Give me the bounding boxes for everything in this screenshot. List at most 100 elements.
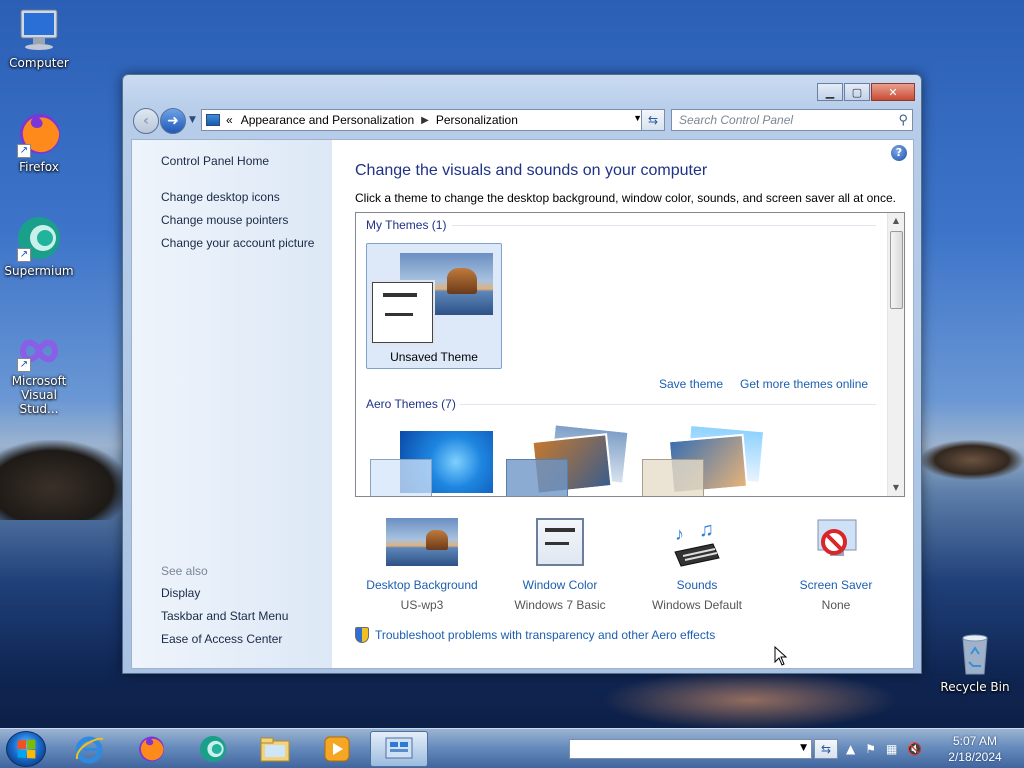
aero-themes-heading: Aero Themes (7) [366, 397, 456, 411]
address-overflow[interactable]: « [226, 113, 233, 127]
control-panel-icon [206, 114, 220, 126]
close-button[interactable]: ✕ [871, 83, 915, 101]
maximize-button[interactable]: ▢ [844, 83, 870, 101]
chevron-down-icon: ▼ [189, 115, 196, 125]
taskbar-windows-explorer[interactable] [246, 731, 304, 767]
preview-bar [545, 528, 575, 532]
sounds-icon: ♪ ♫ [661, 518, 733, 568]
theme-windows-7[interactable] [370, 431, 500, 496]
search-icon[interactable]: ⚲ [898, 112, 908, 128]
breadcrumb-personalization[interactable]: Personalization [436, 113, 518, 127]
taskbar-firefox[interactable] [122, 731, 180, 767]
desktop-icon-firefox[interactable]: ↗ Firefox [1, 110, 77, 174]
search-placeholder: Search Control Panel [679, 113, 794, 127]
taskbar-supermium[interactable] [184, 731, 242, 767]
my-themes-heading: My Themes (1) [366, 218, 447, 232]
taskbar-address-toolbar[interactable]: ▼ [569, 739, 812, 759]
forward-button[interactable]: ➜ [160, 108, 186, 134]
taskbar-control-panel[interactable] [370, 731, 428, 767]
start-button[interactable] [6, 731, 46, 767]
taskbar-internet-explorer[interactable] [60, 731, 118, 767]
sounds-setting[interactable]: ♪ ♫ Sounds Windows Default [627, 518, 767, 612]
window-color-link[interactable]: Window Color [490, 578, 630, 592]
shortcut-arrow-icon: ↗ [17, 144, 31, 158]
scroll-thumb[interactable] [890, 231, 903, 309]
desktop-icon-computer[interactable]: Computer [1, 6, 77, 70]
internet-explorer-icon [75, 736, 104, 764]
group-divider [452, 225, 876, 226]
background-preview-rock [426, 530, 448, 550]
screen-saver-icon [800, 518, 872, 568]
change-mouse-pointers-link[interactable]: Change mouse pointers [161, 213, 288, 227]
control-panel-home-link[interactable]: Control Panel Home [161, 154, 269, 168]
content-area: Control Panel Home Change desktop icons … [131, 139, 914, 669]
folder-icon [260, 737, 290, 762]
group-divider [460, 404, 876, 405]
save-theme-link[interactable]: Save theme [659, 377, 723, 391]
system-clock[interactable]: 5:07 AM 2/18/2024 [940, 733, 1010, 765]
clock-date: 2/18/2024 [948, 750, 1002, 764]
desktop-icon-supermium[interactable]: ↗ Supermium [1, 214, 77, 278]
address-bar[interactable]: « Appearance and Personalization ▶ Perso… [201, 109, 647, 131]
breadcrumb-appearance[interactable]: Appearance and Personalization [241, 113, 414, 127]
minimize-icon: ▁ [825, 85, 835, 99]
help-icon: ? [895, 146, 903, 159]
scroll-up-icon[interactable]: ▲ [888, 213, 904, 229]
action-center-flag-icon[interactable]: ⚑ [865, 742, 876, 756]
window-color-preview [536, 518, 584, 566]
preview-bar [383, 293, 417, 297]
window-color-value: Windows 7 Basic [514, 598, 606, 612]
shortcut-arrow-icon: ↗ [17, 358, 31, 372]
back-button[interactable]: ‹ [133, 108, 159, 134]
page-description: Click a theme to change the desktop back… [355, 191, 896, 205]
refresh-icon: ⇆ [647, 113, 659, 127]
theme-list-scrollbar[interactable]: ▲ ▼ [887, 213, 904, 496]
theme-characters[interactable] [642, 423, 772, 496]
taskbar-start-menu-link[interactable]: Taskbar and Start Menu [161, 609, 288, 623]
change-account-picture-link[interactable]: Change your account picture [161, 236, 314, 250]
taskbar-media-player[interactable] [308, 731, 366, 767]
sounds-link[interactable]: Sounds [627, 578, 767, 592]
troubleshoot-row[interactable]: Troubleshoot problems with transparency … [355, 627, 715, 643]
theme-list[interactable]: My Themes (1) Unsaved Theme Save theme G… [355, 212, 905, 497]
screen-saver-setting[interactable]: Screen Saver None [766, 518, 906, 612]
network-icon[interactable]: ▦ [886, 742, 897, 756]
desktop-icon-label: Microsoft Visual Stud... [11, 374, 67, 416]
theme-unsaved[interactable]: Unsaved Theme [366, 243, 502, 369]
preview-bar [545, 542, 569, 545]
taskbar-go-button[interactable]: ⇆ [814, 739, 838, 759]
desktop-icon-visual-studio[interactable]: ↗ Microsoft Visual Stud... [1, 330, 77, 416]
firefox-icon: ↗ [15, 110, 63, 158]
screen-saver-link[interactable]: Screen Saver [766, 578, 906, 592]
desktop-icon-label: Computer [9, 56, 69, 70]
recycle-bin-icon [951, 630, 999, 678]
desktop-icon-recycle-bin[interactable]: Recycle Bin [937, 630, 1013, 694]
volume-muted-icon[interactable]: 🔇 [907, 742, 922, 756]
get-more-themes-link[interactable]: Get more themes online [740, 377, 868, 391]
change-desktop-icons-link[interactable]: Change desktop icons [161, 190, 280, 204]
search-input[interactable]: Search Control Panel ⚲ [671, 109, 913, 131]
desktop-background-link[interactable]: Desktop Background [352, 578, 492, 592]
breadcrumb-separator-icon[interactable]: ▶ [421, 115, 429, 126]
desktop-background-setting[interactable]: Desktop Background US-wp3 [352, 518, 492, 612]
show-hidden-icons-icon[interactable]: ▲ [846, 742, 855, 756]
scroll-down-icon[interactable]: ▼ [888, 480, 904, 496]
taskbar: ▼ ⇆ ▲ ⚑ ▦ 🔇 5:07 AM 2/18/2024 [0, 728, 1024, 768]
close-icon: ✕ [888, 85, 898, 99]
troubleshoot-link[interactable]: Troubleshoot problems with transparency … [375, 628, 715, 642]
recent-pages-dropdown[interactable]: ▼ [189, 115, 196, 125]
firefox-icon [139, 736, 165, 762]
window-color-setting[interactable]: Window Color Windows 7 Basic [490, 518, 630, 612]
personalization-window[interactable]: ▁ ▢ ✕ ‹ ➜ ▼ « Appearance and Personaliza… [122, 74, 922, 674]
theme-thumbnail-rock [447, 268, 477, 294]
refresh-button[interactable]: ⇆ [641, 109, 665, 131]
display-link[interactable]: Display [161, 586, 200, 600]
ease-of-access-link[interactable]: Ease of Access Center [161, 632, 282, 646]
theme-architecture[interactable] [506, 423, 636, 496]
clock-time: 5:07 AM [952, 734, 998, 748]
chevron-down-icon[interactable]: ▼ [800, 743, 807, 753]
minimize-button[interactable]: ▁ [817, 83, 843, 101]
help-button[interactable]: ? [891, 145, 907, 161]
desktop-background-value: US-wp3 [400, 598, 444, 612]
forward-arrow-icon: ➜ [167, 113, 179, 129]
